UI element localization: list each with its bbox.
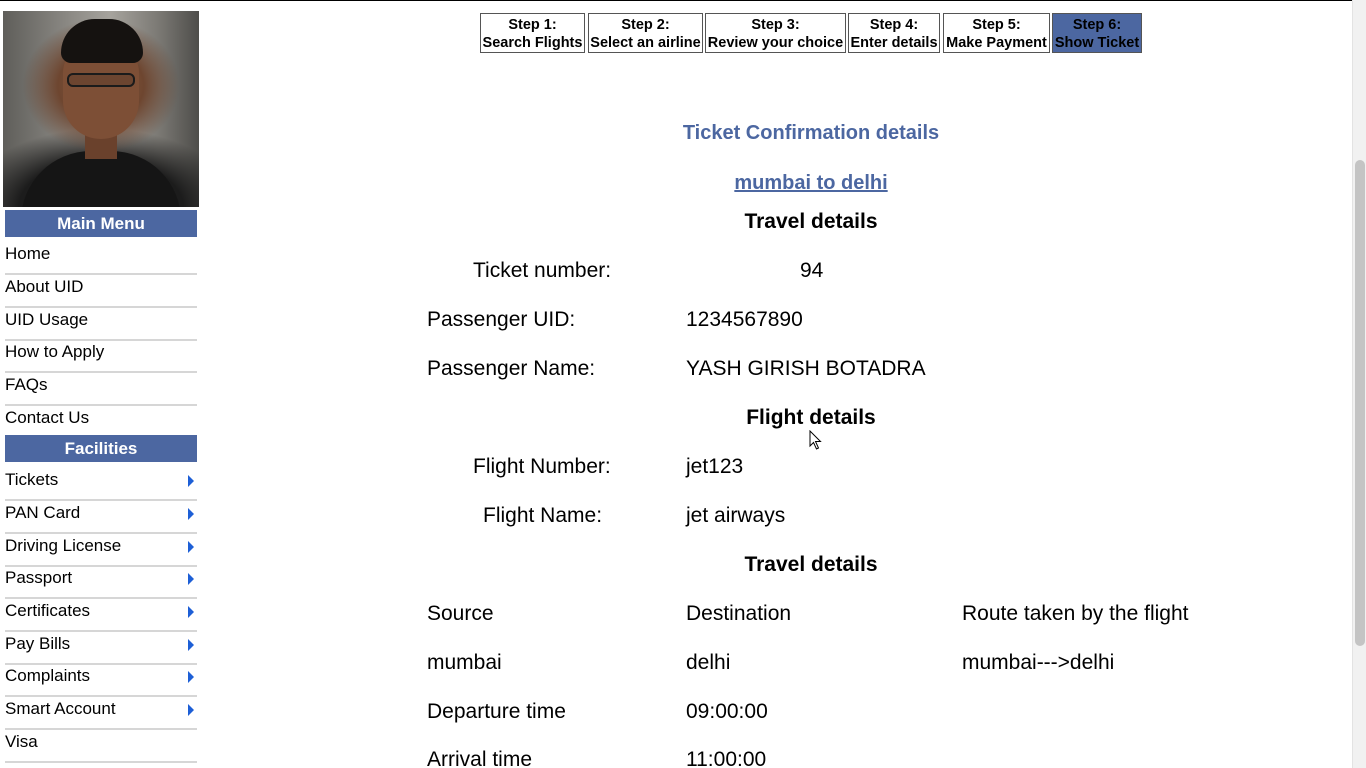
source-label: Source [427, 602, 494, 625]
vertical-scrollbar[interactable] [1352, 0, 1366, 768]
main-content: Step 1: Search Flights Step 2: Select an… [0, 0, 1352, 768]
step-3-review-choice[interactable]: Step 3: Review your choice [705, 13, 846, 53]
arrival-time-label: Arrival time [427, 748, 533, 768]
route-link[interactable]: mumbai to delhi [611, 172, 1011, 195]
ticket-number-value: 94 [800, 259, 824, 282]
flight-number-label: Flight Number: [473, 455, 611, 478]
mouse-cursor-icon [809, 430, 822, 450]
flight-name-value: jet airways [686, 504, 786, 527]
departure-time-label: Departure time [427, 700, 566, 723]
destination-label: Destination [686, 602, 792, 625]
step-6-show-ticket[interactable]: Step 6: Show Ticket [1052, 13, 1142, 53]
flight-details-heading: Flight details [746, 406, 876, 429]
passenger-uid-label: Passenger UID: [427, 308, 576, 331]
passenger-uid-value: 1234567890 [686, 308, 803, 331]
step-2-select-airline[interactable]: Step 2: Select an airline [588, 13, 703, 53]
departure-time-value: 09:00:00 [686, 700, 768, 723]
flight-name-label: Flight Name: [483, 504, 603, 527]
travel-details-heading-2: Travel details [744, 553, 878, 576]
step-5-make-payment[interactable]: Step 5: Make Payment [943, 13, 1050, 53]
flight-number-value: jet123 [686, 455, 744, 478]
page: Main Menu Home About UID UID Usage How t… [0, 0, 1366, 768]
arrival-time-value: 11:00:00 [686, 748, 767, 768]
source-value: mumbai [427, 651, 502, 674]
page-title: Ticket Confirmation details [682, 122, 940, 144]
travel-details-heading: Travel details [744, 210, 878, 233]
passenger-name-value: YASH GIRISH BOTADRA [686, 357, 926, 380]
ticket-number-label: Ticket number: [473, 259, 612, 282]
scrollbar-thumb[interactable] [1355, 160, 1365, 646]
destination-value: delhi [686, 651, 731, 674]
passenger-name-label: Passenger Name: [427, 357, 596, 380]
step-1-search-flights[interactable]: Step 1: Search Flights [480, 13, 585, 53]
route-taken-label: Route taken by the flight [962, 602, 1189, 625]
step-4-enter-details[interactable]: Step 4: Enter details [848, 13, 940, 53]
route-taken-value: mumbai--->delhi [962, 651, 1115, 674]
